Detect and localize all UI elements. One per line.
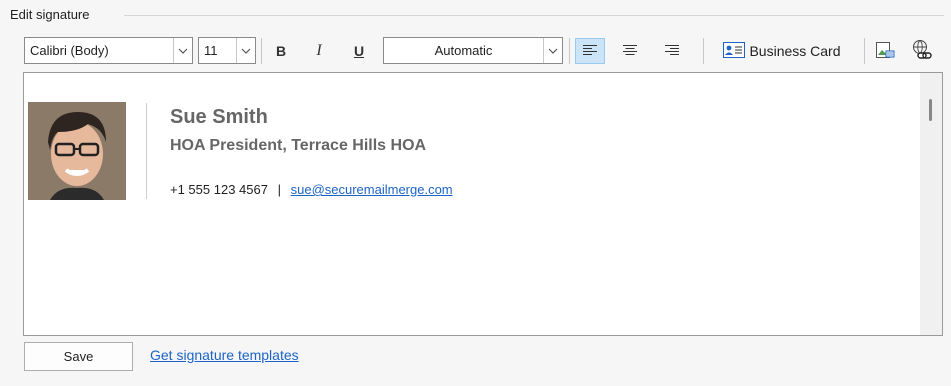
align-center-button[interactable] — [615, 38, 645, 64]
underline-button[interactable]: U — [346, 38, 372, 64]
formatting-toolbar: Calibri (Body) 11 B I U Automatic Busine… — [24, 36, 944, 66]
avatar — [28, 102, 126, 200]
vertical-scrollbar[interactable] — [920, 73, 942, 335]
edit-signature-heading: Edit signature — [10, 7, 90, 22]
bold-button[interactable]: B — [268, 38, 294, 64]
toolbar-separator — [261, 38, 262, 64]
font-size-dropdown[interactable]: 11 — [198, 37, 256, 64]
save-label: Save — [63, 349, 94, 364]
signature-email-link[interactable]: sue@securemailmerge.com — [291, 182, 453, 197]
toolbar-separator — [864, 38, 865, 64]
font-name-value: Calibri (Body) — [30, 43, 109, 58]
align-left-button[interactable] — [575, 38, 605, 64]
contact-separator: | — [277, 182, 281, 197]
group-divider — [124, 15, 944, 16]
edit-signature-label: Edit signature — [10, 7, 90, 22]
font-name-dropdown[interactable]: Calibri (Body) — [24, 37, 193, 64]
scrollbar-thumb[interactable] — [929, 99, 932, 121]
business-card-icon — [723, 41, 746, 61]
hyperlink-icon — [911, 39, 933, 64]
align-right-button[interactable] — [657, 38, 687, 64]
underline-label: U — [353, 43, 365, 59]
chevron-down-icon[interactable] — [236, 38, 255, 63]
signature-phone: +1 555 123 4567 — [170, 182, 268, 197]
italic-label: I — [316, 42, 322, 59]
signature-editor[interactable]: Sue Smith HOA President, Terrace Hills H… — [23, 72, 943, 336]
signature-contact-line: +1 555 123 4567 | sue@securemailmerge.co… — [170, 182, 453, 197]
toolbar-separator — [703, 38, 704, 64]
insert-hyperlink-button[interactable] — [909, 38, 935, 64]
signature-name: Sue Smith — [170, 106, 268, 128]
business-card-button[interactable]: Business Card — [710, 38, 854, 64]
get-signature-templates-link[interactable]: Get signature templates — [150, 347, 299, 363]
insert-picture-icon — [875, 40, 895, 63]
signature-divider — [146, 103, 147, 199]
bold-label: B — [275, 43, 287, 59]
save-button[interactable]: Save — [24, 342, 133, 371]
chevron-down-icon[interactable] — [173, 38, 192, 63]
insert-picture-button[interactable] — [872, 38, 898, 64]
align-left-icon — [582, 43, 598, 59]
align-center-icon — [622, 43, 638, 59]
business-card-label: Business Card — [749, 43, 841, 59]
font-color-value: Automatic — [434, 43, 493, 58]
font-size-value: 11 — [204, 43, 218, 58]
italic-button[interactable]: I — [306, 38, 332, 64]
chevron-down-icon[interactable] — [543, 38, 562, 63]
signature-title: HOA President, Terrace Hills HOA — [170, 137, 427, 154]
align-right-icon — [664, 43, 680, 59]
font-color-dropdown[interactable]: Automatic — [383, 37, 563, 64]
signature-photo — [28, 102, 126, 200]
toolbar-separator — [569, 38, 570, 64]
